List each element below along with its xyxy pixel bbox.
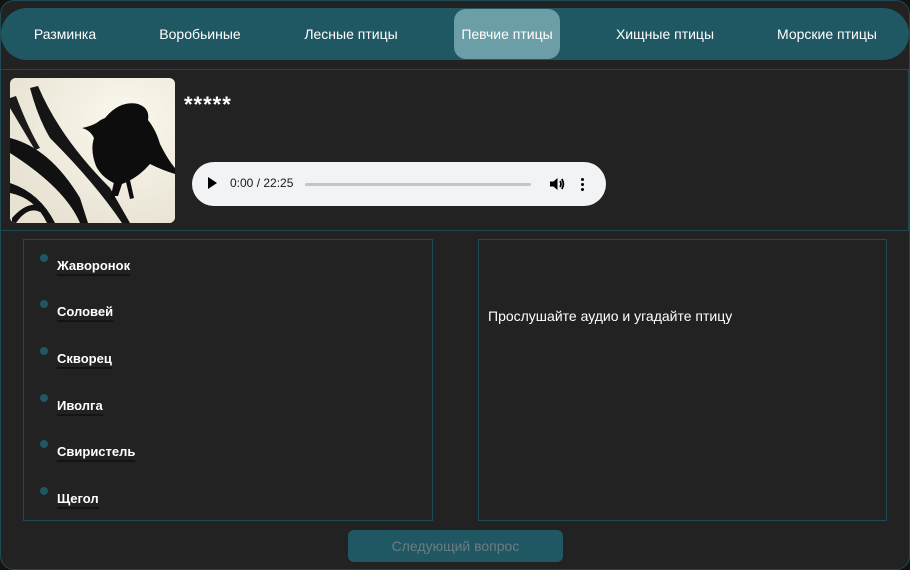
audio-progress-track[interactable] — [305, 183, 531, 186]
nav-item-warmup[interactable]: Разминка — [19, 9, 111, 59]
answer-label: Иволга — [57, 398, 103, 416]
question-panel: ***** 0:00 / 22:25 — [1, 69, 909, 231]
category-nav: Разминка Воробьиные Лесные птицы Певчие … — [1, 8, 909, 60]
answer-label: Свиристель — [57, 444, 136, 462]
answer-list: Жаворонок Соловей Скворец Иволга Свирист… — [23, 239, 433, 521]
answer-indicator — [40, 254, 48, 262]
bird-details-panel: Прослушайте аудио и угадайте птицу — [478, 239, 887, 521]
nav-item-sea-birds[interactable]: Морские птицы — [767, 9, 887, 59]
audio-time: 0:00 / 22:25 — [230, 176, 294, 190]
play-icon[interactable] — [208, 177, 217, 189]
answer-indicator — [40, 394, 48, 402]
answer-indicator — [40, 347, 48, 355]
answer-label: Соловей — [57, 304, 114, 322]
answer-indicator — [40, 487, 48, 495]
answer-label: Щегол — [57, 491, 99, 509]
nav-item-forest-birds[interactable]: Лесные птицы — [291, 9, 411, 59]
answer-label: Жаворонок — [57, 258, 131, 276]
nav-item-songbirds[interactable]: Певчие птицы — [454, 9, 560, 59]
answer-indicator — [40, 440, 48, 448]
more-vertical-icon[interactable] — [578, 175, 588, 193]
answer-option[interactable]: Свиристель — [24, 440, 404, 470]
volume-icon[interactable] — [548, 175, 566, 193]
answer-option[interactable]: Жаворонок — [24, 254, 404, 284]
answer-label: Скворец — [57, 351, 112, 369]
instruction-text: Прослушайте аудио и угадайте птицу — [488, 308, 733, 324]
answer-option[interactable]: Щегол — [24, 487, 404, 517]
quiz-page: Разминка Воробьиные Лесные птицы Певчие … — [0, 0, 910, 570]
bird-silhouette-icon — [10, 78, 175, 223]
answer-option[interactable]: Соловей — [24, 300, 404, 330]
nav-item-passerines[interactable]: Воробьиные — [149, 9, 251, 59]
audio-player[interactable]: 0:00 / 22:25 — [192, 162, 606, 206]
hidden-bird-name: ***** — [184, 92, 232, 117]
answer-option[interactable]: Иволга — [24, 394, 404, 424]
next-question-button[interactable]: Следующий вопрос — [348, 530, 563, 562]
answer-indicator — [40, 300, 48, 308]
nav-item-raptors[interactable]: Хищные птицы — [605, 9, 725, 59]
answer-option[interactable]: Скворец — [24, 347, 404, 377]
